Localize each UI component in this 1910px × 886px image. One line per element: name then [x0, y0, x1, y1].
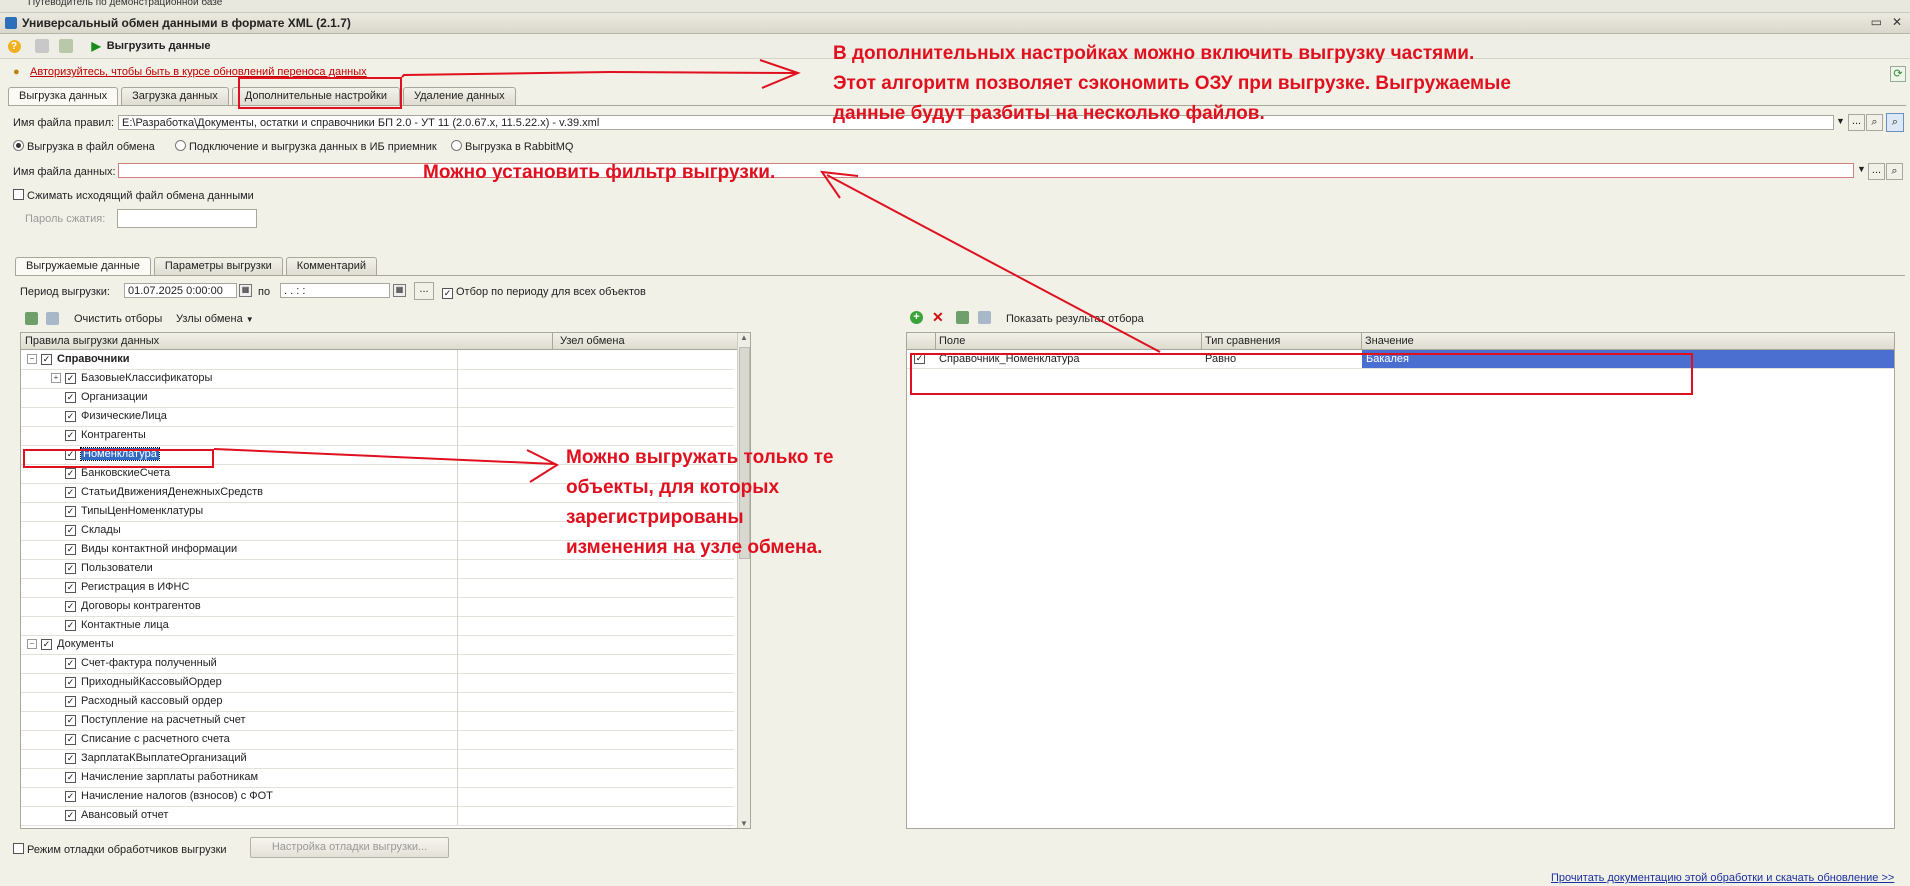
arrow-nodes	[213, 448, 560, 483]
annotation-filter: Можно установить фильтр выгрузки.	[423, 162, 776, 183]
annotation-arrows	[213, 59, 1161, 483]
annotation-settings: В дополнительных настройках можно включи…	[833, 43, 1511, 124]
annotation-nodes: Можно выгружать только те объекты, для к…	[566, 447, 834, 558]
arrow-filter	[819, 170, 1161, 353]
arrow-settings	[401, 59, 801, 89]
